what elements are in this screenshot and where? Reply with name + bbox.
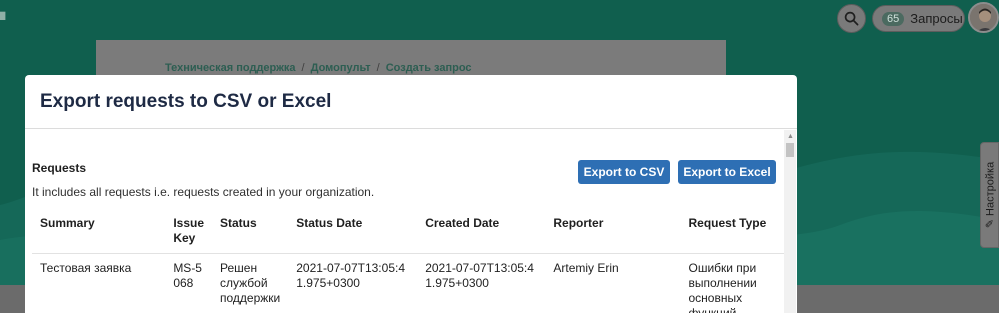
settings-side-tab-label: ✎ Настройка: [983, 162, 996, 228]
table-header-row: Summary Issue Key Status Status Date Cre…: [32, 208, 784, 254]
modal-header: Export requests to CSV or Excel: [25, 75, 797, 129]
breadcrumb-separator: /: [376, 62, 380, 74]
column-header-issue-key: Issue Key: [165, 208, 212, 254]
breadcrumb-item-domopult[interactable]: Домопульт: [311, 62, 371, 74]
cell-issue-key: MS-5068: [173, 261, 202, 290]
column-header-summary: Summary: [32, 208, 166, 254]
breadcrumb-item-create-request[interactable]: Создать запрос: [386, 62, 472, 74]
breadcrumb-item-support[interactable]: Техническая поддержка: [165, 62, 296, 74]
cell-request-type: Ошибки при выполнении основных функций: [688, 261, 757, 313]
side-tab-text: Настройка: [984, 161, 996, 216]
modal-scrollbar[interactable]: ▲: [784, 130, 796, 313]
logo-fragment: ▘: [0, 12, 11, 28]
requests-table: Summary Issue Key Status Status Date Cre…: [32, 208, 784, 313]
avatar[interactable]: [968, 2, 999, 33]
cell-summary: Тестовая заявка: [40, 261, 132, 275]
export-csv-button[interactable]: Export to CSV: [578, 160, 670, 184]
modal-title: Export requests to CSV or Excel: [40, 90, 332, 112]
modal-body: Requests It includes all requests i.e. r…: [25, 130, 797, 313]
column-header-created-date: Created Date: [417, 208, 546, 254]
table-row: Тестовая заявка MS-5068 Решен службой по…: [32, 254, 784, 313]
column-header-status: Status: [212, 208, 289, 254]
column-header-reporter: Reporter: [545, 208, 681, 254]
requests-label: Запросы: [910, 11, 963, 26]
section-description: It includes all requests i.e. requests c…: [32, 185, 375, 199]
requests-button[interactable]: 65 Запросы: [872, 5, 965, 32]
scroll-up-arrow-icon[interactable]: ▲: [787, 133, 794, 140]
column-header-request-type: Request Type: [680, 208, 784, 254]
cell-reporter: Artemiy Erin: [553, 261, 619, 275]
wrench-icon: ✎: [984, 215, 996, 229]
settings-side-tab[interactable]: ✎ Настройка: [980, 142, 999, 248]
cell-status: Решен службой поддержки: [220, 261, 281, 305]
column-header-status-date: Status Date: [288, 208, 418, 254]
breadcrumb-separator: /: [301, 62, 305, 74]
export-modal: Export requests to CSV or Excel Requests…: [25, 75, 797, 313]
export-excel-button[interactable]: Export to Excel: [678, 160, 776, 184]
scrollbar-thumb[interactable]: [786, 143, 794, 157]
search-icon: [844, 11, 859, 26]
requests-count-badge: 65: [882, 11, 905, 26]
breadcrumb: Техническая поддержка / Домопульт / Созд…: [165, 62, 472, 74]
cell-status-date: 2021-07-07T13:05:41.975+0300: [296, 261, 405, 290]
cell-created-date: 2021-07-07T13:05:41.975+0300: [425, 261, 534, 290]
section-title: Requests: [32, 161, 87, 175]
search-button[interactable]: [837, 4, 866, 33]
